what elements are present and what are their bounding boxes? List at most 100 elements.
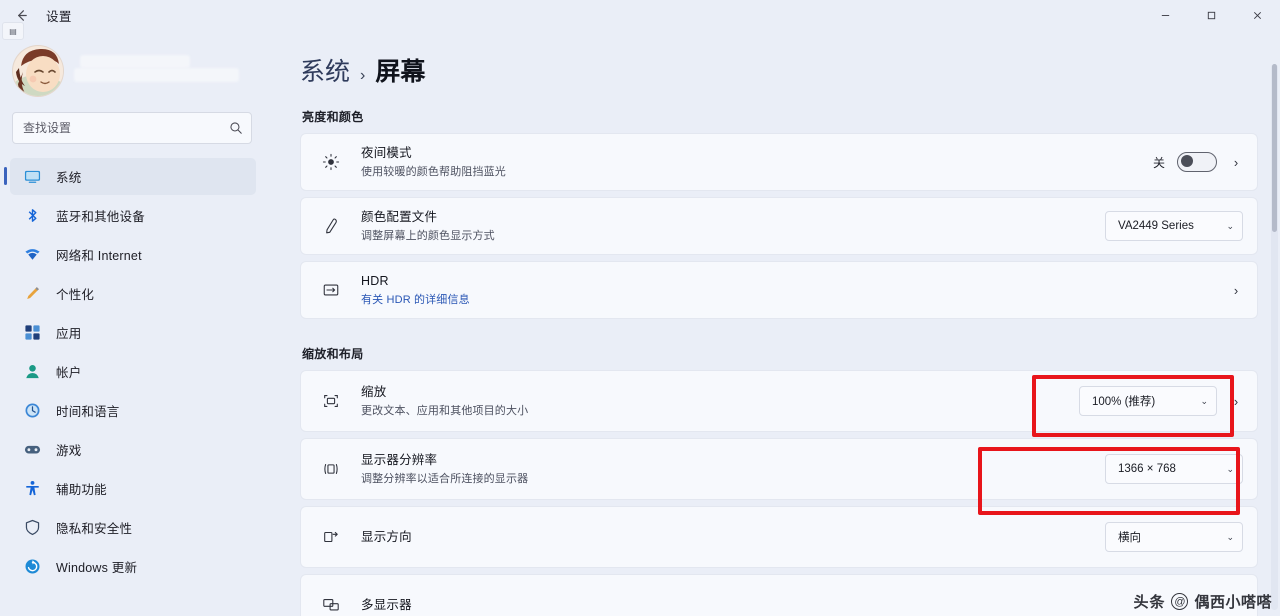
row-subtitle: 调整分辨率以适合所连接的显示器 (361, 473, 529, 486)
row-controls: 横向 ⌄ (1105, 522, 1243, 552)
row-controls: VA2449 Series ⌄ (1105, 211, 1243, 241)
sidebar-item-label: Windows 更新 (56, 561, 138, 575)
gaming-icon (22, 440, 42, 460)
sidebar-item-accessibility[interactable]: 辅助功能 (10, 470, 256, 507)
close-button[interactable] (1234, 0, 1280, 30)
sidebar-item-apps[interactable]: 应用 (10, 314, 256, 351)
title-bar: 设置 (0, 0, 1280, 30)
color-profile-dropdown[interactable]: VA2449 Series ⌄ (1105, 211, 1243, 241)
sidebar-item-time-language[interactable]: 时间和语言 (10, 392, 256, 429)
breadcrumb-root[interactable]: 系统 (300, 52, 350, 88)
avatar (12, 45, 64, 97)
sidebar-item-label: 应用 (56, 327, 82, 341)
dropdown-value: VA2449 Series (1118, 220, 1194, 232)
sidebar-nav: 系统 蓝牙和其他设备 网络和 Internet 个性化 应用 帐户 时间和语言 … (0, 158, 264, 616)
sidebar-item-label: 网络和 Internet (56, 249, 142, 263)
scale-dropdown[interactable]: 100% (推荐) ⌄ (1079, 386, 1217, 416)
apps-icon (22, 323, 42, 343)
chevron-right-icon[interactable]: › (1229, 155, 1243, 170)
chevron-down-icon: ⌄ (1226, 531, 1234, 542)
dropdown-value: 1366 × 768 (1118, 463, 1176, 475)
sidebar-item-windows-update[interactable]: Windows 更新 (10, 548, 256, 585)
row-text: 颜色配置文件 调整屏幕上的颜色显示方式 (361, 209, 1105, 244)
chevron-down-icon: ⌄ (1226, 463, 1234, 474)
row-subtitle: 调整屏幕上的颜色显示方式 (361, 230, 495, 243)
row-scale[interactable]: 缩放 更改文本、应用和其他项目的大小 100% (推荐) ⌄ › (300, 370, 1258, 432)
sidebar-item-label: 隐私和安全性 (56, 522, 133, 536)
row-text: 缩放 更改文本、应用和其他项目的大小 (361, 384, 1079, 419)
watermark: 头条 @ 偶西小嗒嗒 (1133, 591, 1272, 612)
account-profile[interactable] (0, 30, 264, 106)
row-display-resolution[interactable]: 显示器分辨率 调整分辨率以适合所连接的显示器 1366 × 768 ⌄ (300, 438, 1258, 500)
orientation-icon (319, 528, 343, 546)
sidebar-item-gaming[interactable]: 游戏 (10, 431, 256, 468)
row-display-orientation[interactable]: 显示方向 横向 ⌄ (300, 506, 1258, 568)
sidebar-item-label: 辅助功能 (56, 483, 107, 497)
row-controls: 关 › (1153, 152, 1243, 172)
row-title: 显示方向 (361, 529, 412, 544)
sidebar-item-label: 帐户 (56, 366, 82, 380)
sidebar-item-accounts[interactable]: 帐户 (10, 353, 256, 390)
row-text: 多显示器 (361, 597, 1243, 614)
hdr-icon (319, 281, 343, 299)
breadcrumb: 系统 › 屏幕 (300, 30, 1258, 92)
dropdown-value: 横向 (1118, 532, 1141, 544)
row-controls: 1366 × 768 ⌄ (1105, 454, 1243, 484)
content-scrollbar[interactable] (1271, 64, 1278, 610)
pen-icon (319, 217, 343, 235)
chevron-right-icon[interactable]: › (1229, 283, 1243, 298)
breadcrumb-separator: › (360, 67, 366, 84)
multiple-displays-icon (319, 596, 343, 614)
row-title: 多显示器 (361, 597, 412, 612)
search-settings-box[interactable] (12, 112, 252, 144)
content-pane: 系统 › 屏幕 亮度和颜色 夜间模式 使用较暖的颜色帮助阻挡蓝光 关 › 颜色配… (272, 30, 1280, 616)
row-hdr[interactable]: HDR 有关 HDR 的详细信息 › (300, 261, 1258, 319)
row-text: 夜间模式 使用较暖的颜色帮助阻挡蓝光 (361, 145, 1153, 180)
watermark-at-icon: @ (1171, 593, 1189, 610)
accounts-icon (22, 362, 42, 382)
row-text: 显示方向 (361, 529, 1105, 546)
minimize-button[interactable] (1142, 0, 1188, 30)
row-multiple-displays[interactable]: 多显示器 (300, 574, 1258, 616)
chevron-down-icon: ⌄ (1200, 395, 1208, 406)
account-name-redacted (74, 51, 264, 91)
dropdown-value: 100% (推荐) (1092, 396, 1156, 408)
scale-icon (319, 392, 343, 410)
night-light-toggle[interactable] (1177, 152, 1217, 172)
chevron-right-icon[interactable]: › (1229, 394, 1243, 409)
settings-window: 设置 ▤ 查找设置 系统 蓝牙和其他设备 网络和 Internet 个性化 应用… (0, 0, 1280, 616)
search-input[interactable] (23, 121, 229, 135)
search-icon (229, 121, 243, 135)
row-title: 夜间模式 (361, 145, 412, 160)
brightness-icon (319, 153, 343, 171)
row-color-profile[interactable]: 颜色配置文件 调整屏幕上的颜色显示方式 VA2449 Series ⌄ (300, 197, 1258, 255)
row-subtitle-link[interactable]: 有关 HDR 的详细信息 (361, 291, 1229, 307)
row-night-light[interactable]: 夜间模式 使用较暖的颜色帮助阻挡蓝光 关 › (300, 133, 1258, 191)
sidebar-item-system[interactable]: 系统 (4, 158, 256, 195)
sidebar-item-network[interactable]: 网络和 Internet (10, 236, 256, 273)
maximize-button[interactable] (1188, 0, 1234, 30)
privacy-security-icon (22, 518, 42, 538)
resolution-icon (319, 460, 343, 478)
sidebar-item-bluetooth[interactable]: 蓝牙和其他设备 (10, 197, 256, 234)
row-title: 显示器分辨率 (361, 452, 438, 467)
sidebar-item-privacy-security[interactable]: 隐私和安全性 (10, 509, 256, 546)
row-subtitle: 使用较暖的颜色帮助阻挡蓝光 (361, 166, 506, 179)
row-title: 颜色配置文件 (361, 209, 438, 224)
orientation-dropdown[interactable]: 横向 ⌄ (1105, 522, 1243, 552)
page-title: 屏幕 (375, 58, 426, 86)
window-title: 设置 (46, 9, 72, 24)
tab-thumbnail-icon: ▤ (2, 22, 24, 40)
time-language-icon (22, 401, 42, 421)
sidebar-item-label: 游戏 (56, 444, 82, 458)
sidebar-item-personalization[interactable]: 个性化 (10, 275, 256, 312)
resolution-dropdown[interactable]: 1366 × 768 ⌄ (1105, 454, 1243, 484)
sidebar-item-label: 个性化 (56, 288, 95, 302)
sidebar-item-label: 时间和语言 (56, 405, 120, 419)
row-controls: 100% (推荐) ⌄ › (1079, 386, 1243, 416)
row-controls: › (1229, 283, 1243, 298)
scrollbar-thumb[interactable] (1272, 64, 1277, 232)
network-icon (22, 245, 42, 265)
toggle-knob (1181, 155, 1193, 168)
row-text: 显示器分辨率 调整分辨率以适合所连接的显示器 (361, 452, 1105, 487)
